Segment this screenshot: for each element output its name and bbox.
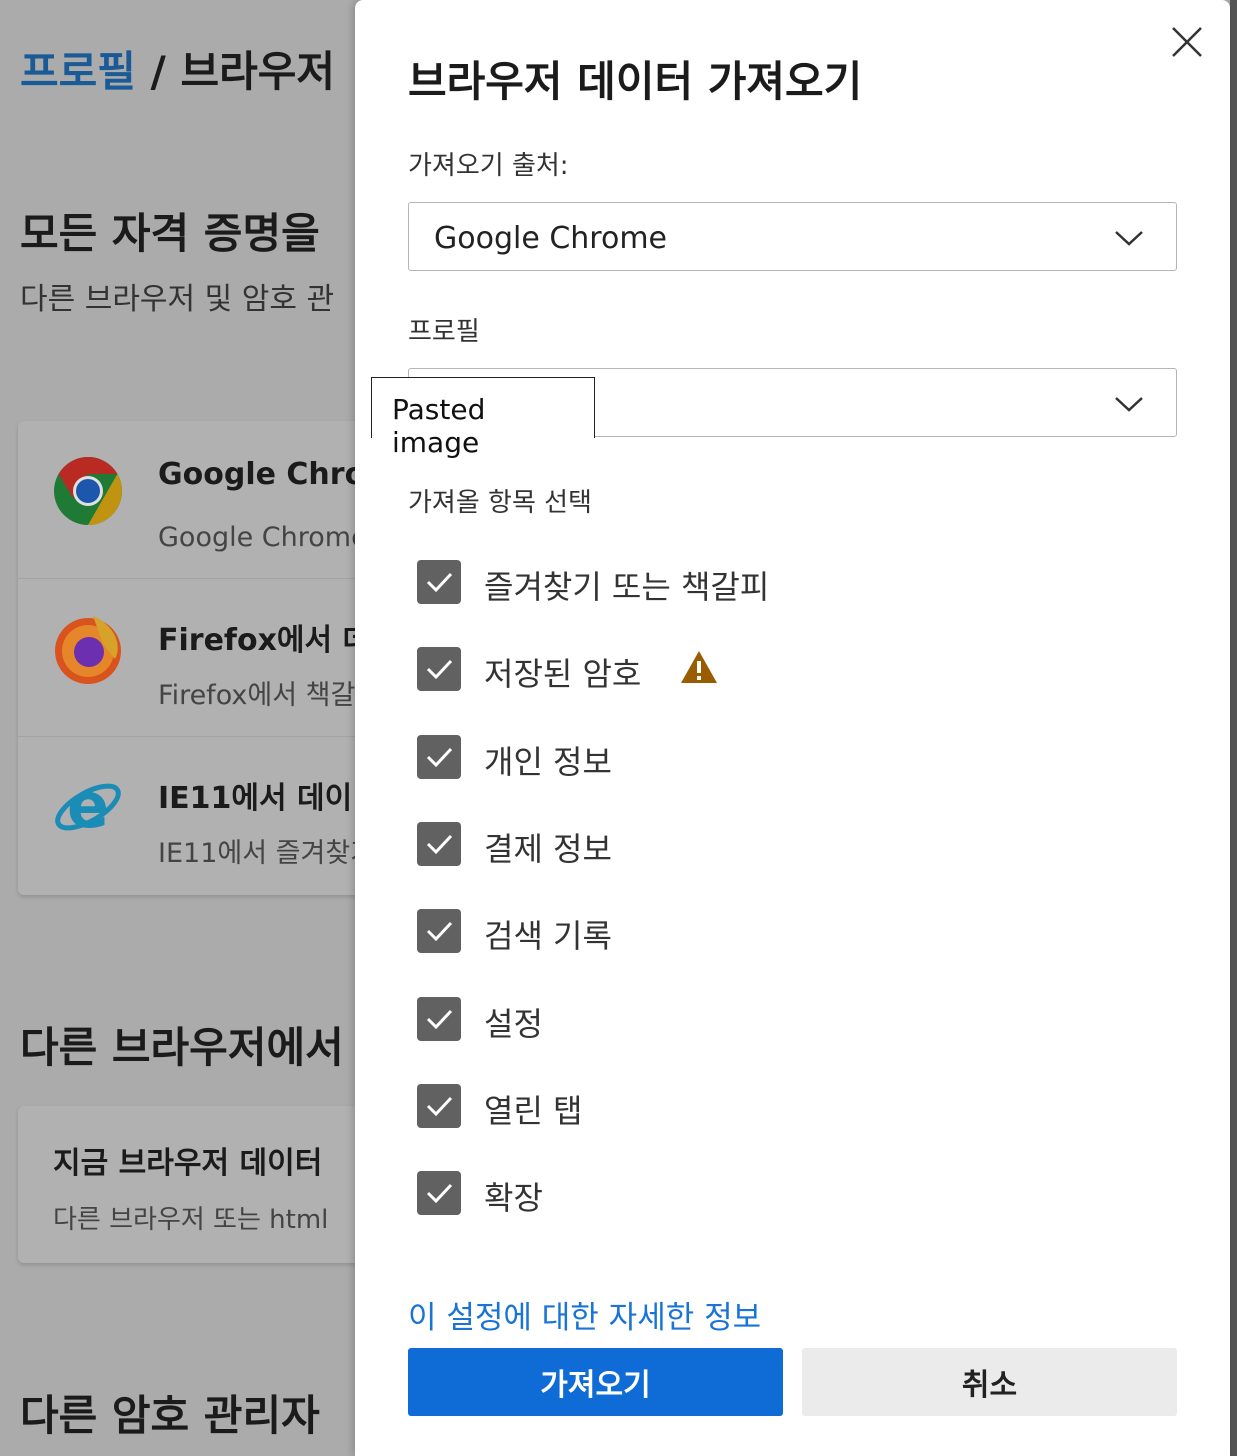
source-value: Google Chrome bbox=[434, 221, 667, 256]
item-checkbox[interactable] bbox=[417, 560, 461, 604]
checkmark-icon bbox=[426, 660, 453, 680]
item-label: 결제 정보 bbox=[484, 829, 612, 868]
checkmark-icon bbox=[426, 1009, 453, 1029]
checkmark-icon bbox=[426, 1184, 453, 1204]
breadcrumb-separator: / bbox=[135, 47, 181, 96]
ie-icon: e bbox=[55, 772, 121, 842]
checkmark-icon bbox=[426, 572, 453, 593]
chrome-icon bbox=[54, 457, 122, 525]
option-desc: IE11에서 즐겨찾기 bbox=[158, 838, 376, 869]
item-checkbox[interactable] bbox=[417, 909, 461, 954]
breadcrumb: 프로필 / 브라우저 bbox=[20, 38, 335, 99]
option-title: Firefox에서 데 bbox=[158, 623, 371, 658]
item-checkbox[interactable] bbox=[417, 1171, 461, 1216]
source-select[interactable]: Google Chrome bbox=[408, 202, 1177, 271]
breadcrumb-current: 브라우저 bbox=[180, 47, 336, 96]
dialog-title: 브라우저 데이터 가져오기 bbox=[408, 57, 863, 106]
section-heading: 모든 자격 증명을 bbox=[20, 209, 320, 258]
item-label: 확장 bbox=[484, 1179, 543, 1218]
checkmark-icon bbox=[426, 747, 453, 767]
cancel-button[interactable]: 취소 bbox=[802, 1348, 1177, 1416]
source-label: 가져오기 출처: bbox=[408, 151, 569, 181]
option-desc: Firefox에서 책갈피 bbox=[158, 680, 381, 711]
checkmark-icon bbox=[426, 834, 453, 855]
warning-icon bbox=[680, 650, 718, 688]
import-browser-data-dialog: 브라우저 데이터 가져오기 가져오기 출처: Google Chrome 프로필… bbox=[355, 0, 1230, 1456]
svg-text:e: e bbox=[67, 772, 109, 842]
pasted-image-tooltip: Pasted image bbox=[371, 377, 595, 459]
checkmark-icon bbox=[426, 922, 453, 942]
item-label: 즐겨찾기 또는 책갈피 bbox=[484, 568, 770, 606]
close-icon[interactable] bbox=[1167, 22, 1207, 62]
card-desc: 다른 브라우저 또는 html bbox=[53, 1205, 329, 1235]
item-label: 저장된 암호 bbox=[484, 655, 642, 694]
item-label: 설정 bbox=[484, 1004, 543, 1043]
option-title: IE11에서 데이 bbox=[158, 781, 353, 816]
item-checkbox[interactable] bbox=[417, 734, 461, 779]
item-label: 열린 탭 bbox=[484, 1091, 583, 1130]
item-checkbox[interactable] bbox=[417, 996, 461, 1041]
import-button[interactable]: 가져오기 bbox=[408, 1348, 783, 1416]
checkmark-icon bbox=[426, 1096, 453, 1116]
breadcrumb-profile-link[interactable]: 프로필 bbox=[20, 47, 136, 96]
more-info-link[interactable]: 이 설정에 대한 자세한 정보 bbox=[408, 1292, 761, 1337]
item-checkbox[interactable] bbox=[417, 821, 461, 866]
item-checkbox[interactable] bbox=[417, 1083, 461, 1128]
card-title: 지금 브라우저 데이터 bbox=[53, 1146, 323, 1181]
section-heading: 다른 브라우저에서 bbox=[20, 1023, 344, 1072]
item-label: 개인 정보 bbox=[484, 742, 612, 781]
items-label: 가져올 항목 선택 bbox=[408, 488, 592, 518]
item-checkbox[interactable] bbox=[417, 647, 461, 692]
section-subtitle: 다른 브라우저 및 암호 관 bbox=[20, 282, 335, 317]
section-heading: 다른 암호 관리자 bbox=[20, 1391, 320, 1440]
scrollbar[interactable] bbox=[1230, 0, 1237, 1456]
profile-label: 프로필 bbox=[408, 317, 480, 347]
item-label: 검색 기록 bbox=[484, 917, 612, 956]
chevron-down-icon bbox=[1115, 231, 1143, 246]
firefox-icon bbox=[55, 616, 121, 684]
chevron-down-icon bbox=[1115, 397, 1143, 412]
